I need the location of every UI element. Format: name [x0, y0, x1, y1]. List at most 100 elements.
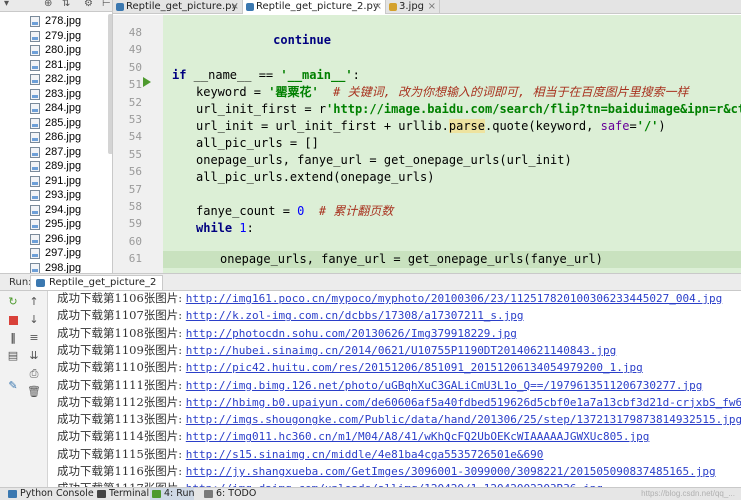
python-file-icon	[36, 279, 45, 287]
python-console-tab[interactable]: Python Console	[6, 488, 94, 500]
file-item[interactable]: 298.jpg	[0, 260, 112, 274]
line-number: 55	[128, 147, 142, 161]
editor-tab-bar: Reptile_get_picture.py × Reptile_get_pic…	[113, 0, 741, 14]
log-line: 成功下载第1107张图片: http://k.zol-img.com.cn/dc…	[57, 307, 524, 324]
line-number: 59	[128, 217, 142, 231]
log-link[interactable]: http://jy.shangxueba.com/GetImges/309600…	[186, 465, 716, 478]
code-line-61: onepage_urls, fanye_url = get_onepage_ur…	[220, 252, 603, 266]
log-link[interactable]: http://hbimg.b0.upaiyun.com/de60606af5a4…	[186, 396, 741, 409]
scroll-up-icon[interactable]: ↑	[27, 295, 41, 309]
tab-label: Reptile_get_picture.py	[126, 1, 238, 12]
tab-label: 3.jpg	[399, 1, 425, 12]
gear-icon[interactable]: ⚙	[84, 0, 93, 10]
code-text: __name__ ==	[186, 68, 281, 82]
code-text: :	[352, 68, 360, 82]
run-tab[interactable]: 4: Run	[150, 488, 195, 500]
log-link[interactable]: http://k.zol-img.com.cn/dcbbs/17308/a173…	[186, 309, 524, 322]
stop-icon[interactable]	[6, 313, 20, 327]
line-number: 58	[128, 200, 142, 213]
close-icon[interactable]: ×	[428, 0, 436, 13]
code-area[interactable]: continue if __name__ == '__main__': keyw…	[163, 15, 741, 273]
line-number: 51	[128, 78, 142, 92]
log-line: 成功下载第1116张图片: http://jy.shangxueba.com/G…	[57, 463, 716, 480]
log-message: 成功下载第1110张图片:	[57, 360, 186, 375]
python-console-label: Python Console	[20, 488, 94, 499]
log-line: 成功下载第1112张图片: http://hbimg.b0.upaiyun.co…	[57, 394, 741, 411]
close-icon[interactable]: ×	[231, 0, 239, 13]
image-file-icon	[30, 16, 40, 27]
target-icon[interactable]: ⊕	[44, 0, 52, 10]
log-line: 成功下载第1110张图片: http://pic42.huitu.com/res…	[57, 359, 643, 376]
tab-reptile-get-picture[interactable]: Reptile_get_picture.py ×	[113, 0, 243, 14]
image-file-icon	[30, 117, 40, 129]
tab-reptile-get-picture-2[interactable]: Reptile_get_picture_2.py ×	[243, 0, 386, 14]
console-output[interactable]: 成功下载第1106张图片: http://img161.poco.cn/mypo…	[48, 291, 741, 487]
hide-icon[interactable]: ⊢	[102, 0, 111, 10]
log-link[interactable]: http://pic42.huitu.com/res/20151206/8510…	[186, 361, 643, 374]
dump-threads-icon[interactable]: ▤	[6, 349, 20, 363]
run-arrow-icon[interactable]	[143, 77, 151, 87]
code-line-59: fanye_count = 0 # 累计翻页数	[196, 203, 393, 220]
log-link[interactable]: http://img011.hc360.cn/m1/M04/A8/41/wKhQ…	[186, 430, 650, 443]
line-number: 48	[128, 26, 142, 39]
code-line-48: continue	[172, 15, 331, 47]
log-link[interactable]: http://s15.sinaimg.cn/middle/4e81ba4cga5…	[186, 448, 544, 461]
todo-label: 6: TODO	[216, 488, 257, 499]
keyword-while: while	[196, 221, 233, 235]
log-link[interactable]: http://img.bimg.126.net/photo/uGBqhXuC3G…	[186, 379, 703, 392]
code-text: )	[658, 119, 666, 133]
todo-icon	[204, 490, 213, 498]
image-file-icon	[30, 204, 40, 216]
log-message: 成功下载第1108张图片:	[57, 325, 186, 340]
code-line-53: url_init_first = r'http://image.baidu.co…	[196, 101, 741, 118]
log-link[interactable]: http://hubei.sinaimg.cn/2014/0621/U10755…	[186, 344, 616, 357]
image-file-icon	[30, 161, 40, 172]
code-line-60: while 1:	[196, 220, 254, 237]
param-name: safe	[600, 119, 630, 133]
log-message: 成功下载第1114张图片:	[57, 429, 186, 444]
todo-tab[interactable]: 6: TODO	[202, 488, 256, 500]
log-link[interactable]: http://photocdn.sohu.com/20130626/Img379…	[186, 327, 517, 340]
soft-wrap-icon[interactable]: ≡	[27, 331, 41, 345]
scroll-down-icon[interactable]: ↓	[27, 313, 41, 327]
image-file-icon	[30, 59, 40, 71]
line-number: 53	[128, 113, 142, 126]
code-editor[interactable]: 48 49 50 51 52 53 54 55 56 57 58 59 60 61 continue if…	[113, 15, 741, 273]
clear-all-icon[interactable]: 🗑	[27, 385, 41, 399]
collapse-icon[interactable]: ⇅	[62, 0, 70, 10]
scroll-to-end-icon[interactable]: ⇊	[27, 349, 41, 363]
file-label: 298.jpg	[45, 261, 82, 274]
image-file-icon	[389, 3, 397, 11]
log-message: 成功下载第1107张图片:	[57, 308, 186, 323]
code-text: keyword =	[196, 85, 269, 99]
rerun-icon[interactable]: ↻	[6, 295, 20, 309]
terminal-tab[interactable]: Terminal	[95, 488, 149, 500]
log-message: 成功下载第1116张图片:	[57, 464, 186, 478]
log-link[interactable]: http://img161.poco.cn/mypoco/myphoto/201…	[186, 292, 722, 305]
log-message: 成功下载第1109张图片:	[57, 342, 186, 357]
log-link[interactable]: http://imgs.shougongke.com/Public/data/h…	[186, 413, 741, 426]
run-config-tab[interactable]: Reptile_get_picture_2	[30, 275, 164, 290]
log-line: 成功下载第1115张图片: http://s15.sinaimg.cn/midd…	[57, 446, 543, 463]
terminal-icon	[97, 490, 106, 498]
tab-3-jpg[interactable]: 3.jpg ×	[386, 0, 440, 14]
close-icon[interactable]: ×	[374, 0, 382, 13]
line-number: 49	[128, 43, 142, 57]
code-line-56: onepage_urls, fanye_url = get_onepage_ur…	[196, 153, 572, 167]
code-text: :	[246, 221, 254, 235]
log-message: 成功下载第1111张图片:	[57, 377, 186, 392]
highlighted-identifier: parse	[448, 119, 485, 133]
dropdown-icon[interactable]: ▾	[4, 0, 9, 10]
print-icon[interactable]: ⎙	[27, 367, 41, 381]
pause-icon[interactable]: ‖	[6, 331, 20, 345]
log-line: 成功下载第1114张图片: http://img011.hc360.cn/m1/…	[57, 428, 649, 445]
project-tree-panel[interactable]: ▾ ⊕ ⇅ ⚙ ⊢ 278.jpg 279.jpg 280.jpg 281.jpg 28…	[0, 0, 113, 273]
line-number: 57	[128, 182, 142, 196]
log-message: 成功下载第1106张图片:	[57, 291, 186, 305]
python-file-icon	[116, 3, 124, 11]
log-line: 成功下载第1106张图片: http://img161.poco.cn/mypo…	[57, 291, 722, 307]
pin-icon[interactable]: ✎	[6, 379, 20, 393]
line-number-gutter: 48 49 50 51 52 53 54 55 56 57 58 59 60 61	[113, 15, 163, 273]
code-text: fanye_count =	[196, 204, 298, 218]
code-comment: # 累计翻页数	[318, 204, 394, 218]
